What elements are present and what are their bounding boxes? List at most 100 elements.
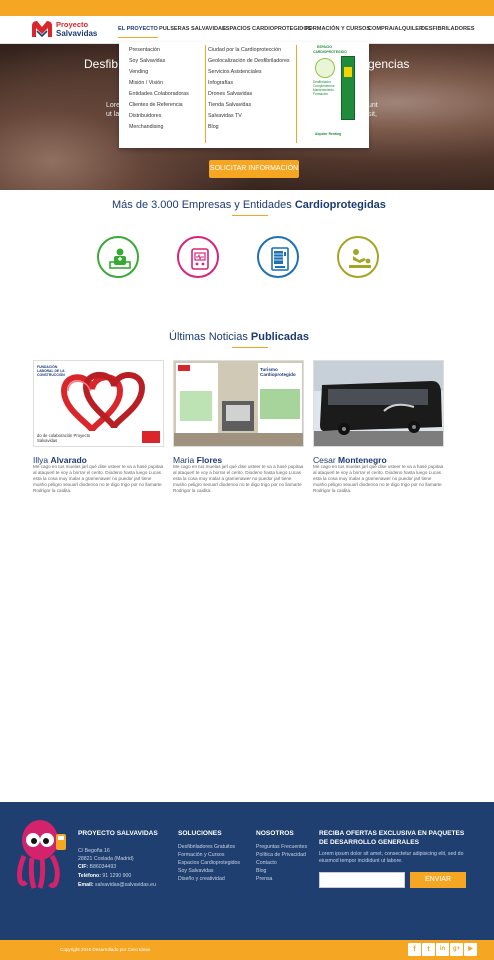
- dropdown-item-servicios[interactable]: Servicios Asistenciales: [208, 69, 262, 75]
- footer-link-contact[interactable]: Contacto: [256, 860, 277, 866]
- phone-value: 91 1290 900: [102, 873, 132, 879]
- site-footer: PROYECTO SALVAVIDAS C/ Begoña 16 28821 C…: [0, 802, 494, 940]
- footer-link-blog[interactable]: Blog: [256, 868, 266, 874]
- defibrillator-icon[interactable]: [177, 236, 219, 278]
- dropdown-item-clientes[interactable]: Clientes de Referencia: [129, 102, 183, 108]
- dropdown-item-presentacion[interactable]: Presentación: [129, 47, 160, 53]
- dropdown-item-drones[interactable]: Drones Salvavidas: [208, 91, 252, 97]
- dropdown-item-infografias[interactable]: Infografías: [208, 80, 233, 86]
- news-description: Me cago en tus muelas jarl qué dise uste…: [33, 464, 164, 493]
- vending-machine-icon[interactable]: [257, 236, 299, 278]
- footer-address-1: C/ Begoña 16: [78, 848, 110, 854]
- dropdown-item-salvavidas-tv[interactable]: Salvavidas TV: [208, 113, 242, 119]
- footer-link-privacy[interactable]: Política de Privacidad: [256, 852, 306, 858]
- dropdown-item-mision-vision[interactable]: Misión / Visión: [129, 80, 163, 86]
- dropdown-item-blog[interactable]: Blog: [208, 124, 219, 130]
- nav-pulseras-salvavidas[interactable]: PULSERAS SALVAVIDAS: [159, 26, 226, 32]
- footer-link-formacion[interactable]: Formación y Cursos: [178, 852, 224, 858]
- el-proyecto-dropdown: Presentación Soy Salvavidas Vending Misi…: [119, 42, 369, 148]
- newsletter-title-1: RECIBA OFERTAS EXCLUSIVA EN PAQUETES: [319, 830, 465, 837]
- news-section-title: Últimas Noticias Publicadas: [169, 331, 309, 343]
- ad-heart-logo-icon: [315, 58, 335, 78]
- hero-title-right: gencias: [368, 57, 410, 71]
- image-caption-top: Turismo Cardioprotegido: [260, 367, 296, 377]
- footer-link-diseno[interactable]: Diseño y creatividad: [178, 876, 225, 882]
- news-title-normal: Últimas Noticias: [169, 331, 251, 343]
- newsletter-text-1: Lorem ipsum dolor sit amet, consectetur …: [319, 851, 464, 857]
- news-title-underline: [232, 347, 268, 348]
- newsletter-title-2: DE DESARROLLO GENERALES: [319, 839, 420, 846]
- ad-text: Desfibrilador Complementos Mantenimiento…: [313, 80, 335, 96]
- copyright-text: Copyright 2016 Desarrollado por Cero Ide…: [60, 947, 151, 952]
- hero-text-right-1: unt: [368, 102, 378, 109]
- brand-line-1: Proyecto: [56, 20, 89, 29]
- cardioprotected-space-ad[interactable]: ESPACIO CARDIOPROTEGIDO Desfibrilador Co…: [309, 44, 365, 142]
- main-navbar: Proyecto Salvavidas EL PROYECTO PULSERAS…: [0, 16, 494, 44]
- coach-bus-image[interactable]: [313, 360, 444, 447]
- brand-logo[interactable]: Proyecto Salvavidas: [30, 19, 98, 41]
- companies-title-normal: Más de 3.000 Empresas y Entidades: [112, 199, 295, 211]
- newsletter-send-button[interactable]: ENVIAR: [410, 872, 466, 888]
- dropdown-item-soy-salvavidas[interactable]: Soy Salvavidas: [129, 58, 165, 64]
- octopus-mascot-icon: [17, 820, 66, 889]
- bottom-bar: Copyright 2016 Desarrollado por Cero Ide…: [0, 940, 494, 960]
- first-aid-person-icon[interactable]: [97, 236, 139, 278]
- footer-col1-title: PROYECTO SALVAVIDAS: [78, 830, 158, 837]
- twitter-icon[interactable]: t: [422, 943, 435, 956]
- cif-value: B86034493: [89, 864, 117, 870]
- footer-col2-title: SOLUCIONES: [178, 830, 222, 837]
- ad-defibrillator-cabinet-icon: [341, 56, 355, 120]
- newsletter-email-input[interactable]: [319, 872, 405, 888]
- dropdown-item-ciudad[interactable]: Ciudad por la Cardioprotección: [208, 47, 281, 53]
- companies-title-bold: Cardioprotegidas: [294, 199, 386, 211]
- linkedin-icon[interactable]: in: [436, 943, 449, 956]
- logo-hands-icon: [32, 21, 52, 38]
- footer-link-desfibriladores[interactable]: Desfibriladores Gratuitos: [178, 844, 235, 850]
- footer-link-faq[interactable]: Preguntas Frecuentes: [256, 844, 307, 850]
- footer-link-press[interactable]: Prensa: [256, 876, 272, 882]
- facebook-icon[interactable]: f: [408, 943, 421, 956]
- newsletter-text-2: eiusmod tempor incididunt ut labore.: [319, 858, 403, 864]
- ad-heading-1: ESPACIO: [317, 45, 333, 49]
- ad-heading-2: CARDIOPROTEGIDO: [313, 50, 347, 54]
- news-description: Me cago en tus muelas jarl qué dise uste…: [313, 464, 444, 493]
- hero-text-left-2: ut la: [106, 111, 120, 118]
- image-caption-bottom: do de colaboración Proyecto Salvavidas: [37, 433, 91, 443]
- dropdown-column-2: Ciudad por la Cardioprotección Geolocali…: [205, 45, 297, 143]
- footer-link-soy-salvavidas[interactable]: Soy Salvavidas: [178, 868, 213, 874]
- nav-compra-alquiler[interactable]: COMPRA/ALQUILER: [368, 26, 423, 32]
- hero-text-right-2: sit,: [368, 111, 377, 118]
- email-value[interactable]: salvavidas@salvavidas.eu: [95, 882, 156, 888]
- request-info-button[interactable]: SOLICITAR INFORMACIÓN: [209, 160, 299, 178]
- cpr-training-icon[interactable]: [337, 236, 379, 278]
- email-label: Email:: [78, 882, 94, 888]
- dropdown-item-geolocalizacion[interactable]: Geolocalización de Desfibriladores: [208, 58, 290, 64]
- trade-fair-stand-image[interactable]: Turismo Cardioprotegido: [173, 360, 304, 447]
- nav-el-proyecto[interactable]: EL PROYECTO: [118, 26, 158, 38]
- nav-espacios-cardioprotegidos[interactable]: ESPACIOS CARDIOPROTEGIDOS: [222, 26, 311, 32]
- red-hearts-carabiners-image[interactable]: FUNDACIÓN LABORAL DE LA CONSTRUCCIÓN do …: [33, 360, 164, 447]
- news-description: Me cago en tus muelas jarl qué dise uste…: [173, 464, 304, 493]
- dropdown-item-distribuidores[interactable]: Distribuidores: [129, 113, 161, 119]
- footer-phone: Teléfono: 91 1290 900: [78, 873, 131, 879]
- image-caption-top: FUNDACIÓN LABORAL DE LA CONSTRUCCIÓN: [37, 365, 65, 377]
- companies-section-title: Más de 3.000 Empresas y Entidades Cardio…: [112, 199, 386, 211]
- dropdown-item-entidades[interactable]: Entidades Colaboradoras: [129, 91, 189, 97]
- google-plus-icon[interactable]: g+: [450, 943, 463, 956]
- hero-title-left: Desfib: [84, 57, 119, 71]
- phone-label: Teléfono:: [78, 873, 101, 879]
- hero-text-left-1: Lore: [106, 102, 121, 109]
- brand-line-2: Salvavidas: [56, 29, 98, 38]
- footer-address-2: 28821 Coslada (Madrid): [78, 856, 134, 862]
- dropdown-item-merchandising[interactable]: Merchandising: [129, 124, 163, 130]
- footer-email: Email: salvavidas@salvavidas.eu: [78, 882, 156, 888]
- nav-desfibriladores[interactable]: DESFIBRILADORES: [421, 26, 474, 32]
- footer-link-espacios[interactable]: Espacios Cardioprotegidos: [178, 860, 240, 866]
- dropdown-item-tienda[interactable]: Tienda Salvavidas: [208, 102, 251, 108]
- nav-formacion-cursos[interactable]: FORMACIÓN Y CURSOS: [305, 26, 370, 32]
- companies-title-underline: [232, 215, 268, 216]
- ad-footer: Alquiler Renting: [315, 132, 342, 136]
- dropdown-item-vending[interactable]: Vending: [129, 69, 148, 75]
- footer-cif: CIF: B86034493: [78, 864, 116, 870]
- youtube-icon[interactable]: ▶: [464, 943, 477, 956]
